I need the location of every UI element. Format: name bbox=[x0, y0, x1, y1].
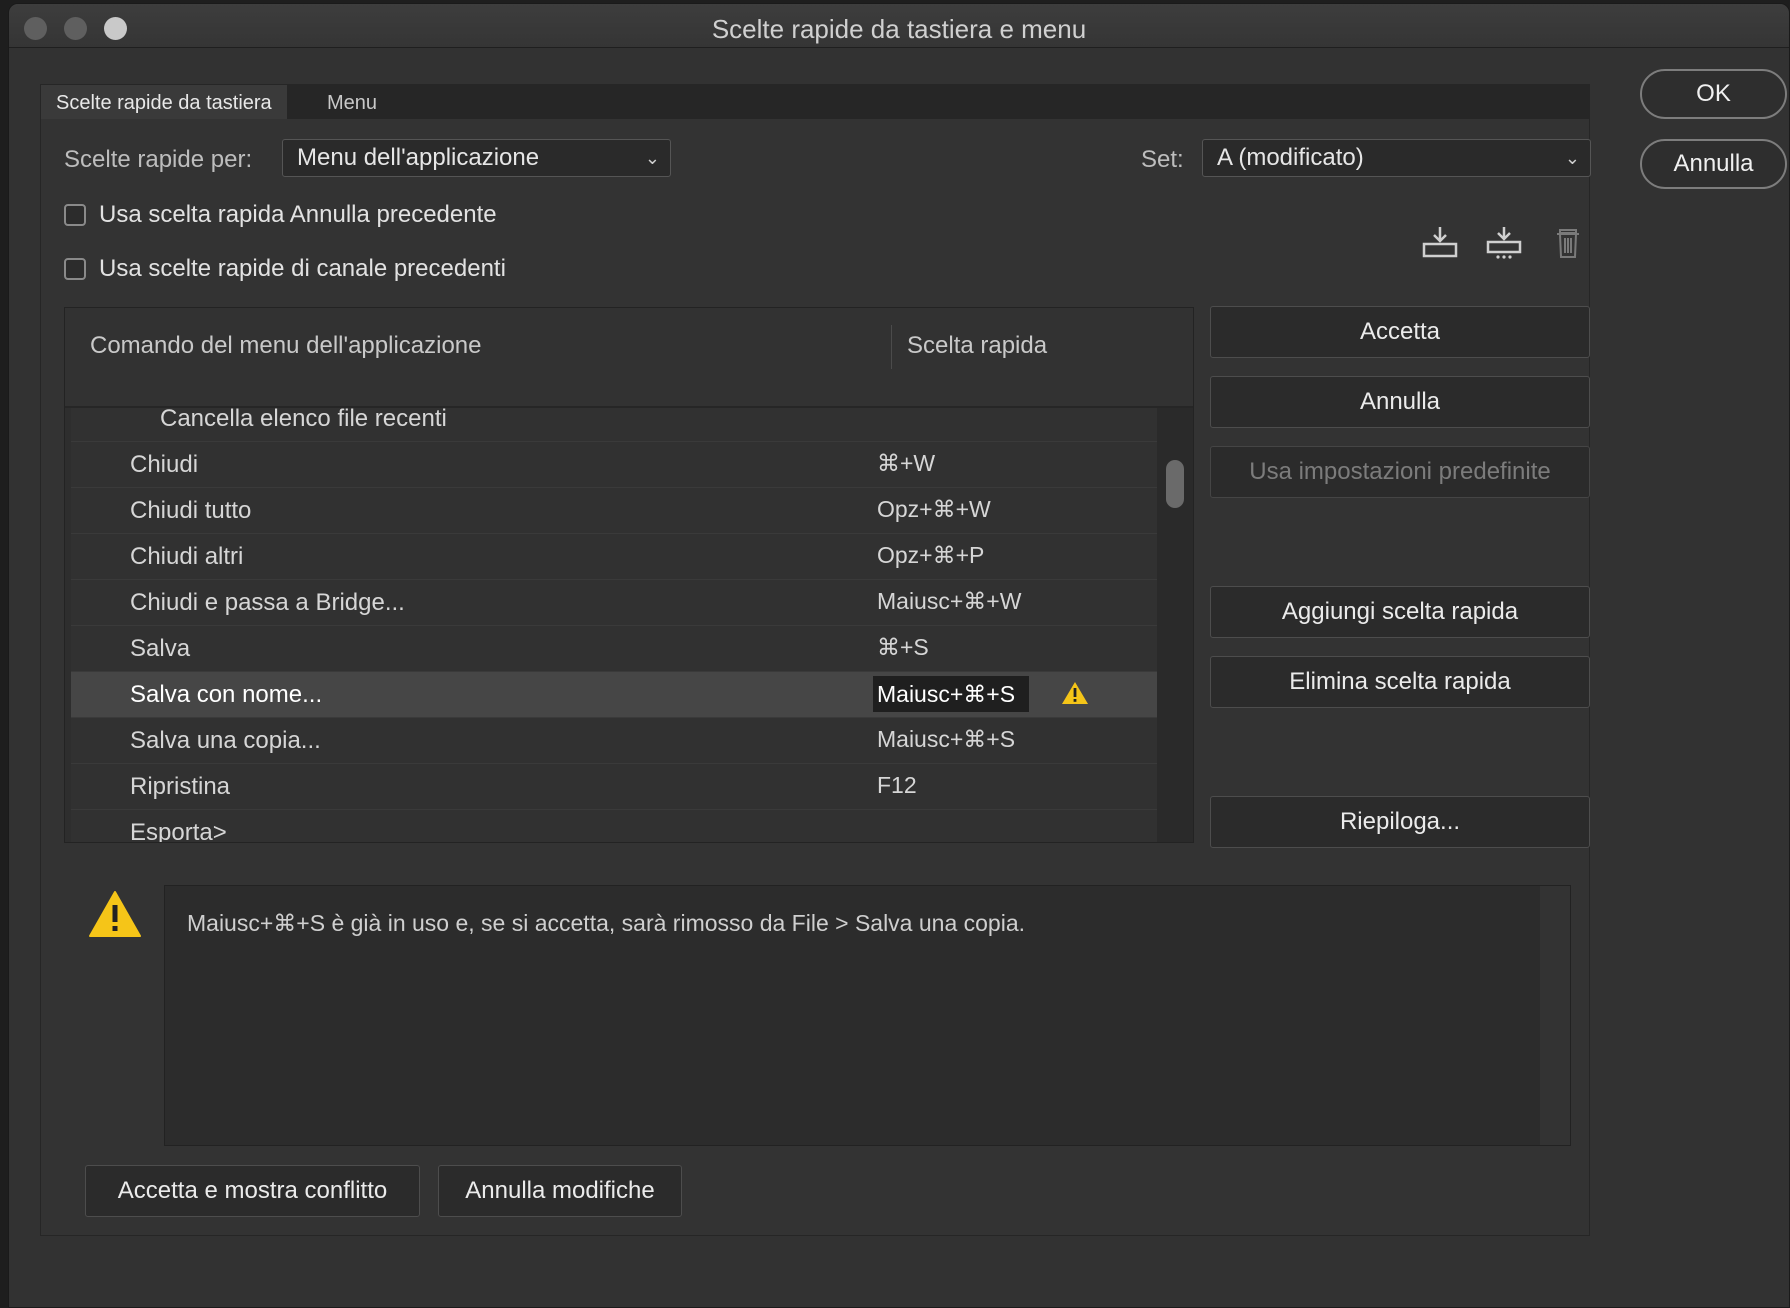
trash-icon[interactable] bbox=[1550, 224, 1586, 260]
title-bar: Scelte rapide da tastiera e menu bbox=[9, 4, 1789, 48]
shortcuts-for-select[interactable]: Menu dell'applicazione ⌄ bbox=[282, 139, 671, 177]
use-defaults-button[interactable]: Usa impostazioni predefinite bbox=[1210, 446, 1590, 498]
table-row[interactable]: Chiudi e passa a Bridge... Maiusc+⌘+W bbox=[71, 580, 1157, 626]
shortcut-table: Comando del menu dell'applicazione Scelt… bbox=[64, 307, 1194, 843]
legacy-undo-label: Usa scelta rapida Annulla precedente bbox=[99, 201, 497, 228]
row-shortcut[interactable]: ⌘+S bbox=[877, 634, 929, 661]
tab-menu[interactable]: Menu bbox=[312, 85, 392, 119]
table-header: Comando del menu dell'applicazione Scelt… bbox=[65, 308, 1193, 408]
set-select[interactable]: A (modificato) ⌄ bbox=[1202, 139, 1591, 177]
column-command[interactable]: Comando del menu dell'applicazione bbox=[90, 332, 482, 360]
table-row[interactable]: Chiudi ⌘+W bbox=[71, 442, 1157, 488]
table-rows: Cancella elenco file recenti Chiudi ⌘+W … bbox=[65, 408, 1157, 842]
row-shortcut[interactable]: Opz+⌘+P bbox=[877, 542, 984, 569]
table-row[interactable]: Esporta> bbox=[71, 810, 1157, 842]
summarize-button[interactable]: Riepiloga... bbox=[1210, 796, 1590, 848]
legacy-channel-checkbox[interactable] bbox=[64, 258, 86, 280]
row-command: Chiudi bbox=[130, 451, 199, 478]
table-row[interactable]: Chiudi altri Opz+⌘+P bbox=[71, 534, 1157, 580]
table-row[interactable]: Salva una copia... Maiusc+⌘+S bbox=[71, 718, 1157, 764]
accept-show-conflict-button[interactable]: Accetta e mostra conflitto bbox=[85, 1165, 420, 1217]
set-label: Set: bbox=[1141, 146, 1184, 173]
row-shortcut[interactable]: F12 bbox=[877, 772, 917, 799]
row-command: Chiudi e passa a Bridge... bbox=[130, 589, 405, 616]
tab-keyboard-shortcuts[interactable]: Scelte rapide da tastiera bbox=[41, 85, 287, 119]
column-shortcut[interactable]: Scelta rapida bbox=[907, 332, 1047, 360]
warning-icon bbox=[1062, 682, 1088, 704]
conflict-warning-icon bbox=[89, 891, 141, 937]
row-shortcut[interactable]: Maiusc+⌘+S bbox=[877, 726, 1015, 753]
dialog-cancel-button[interactable]: Annulla bbox=[1640, 139, 1787, 189]
row-shortcut[interactable]: Opz+⌘+W bbox=[877, 496, 991, 523]
set-value: A (modificato) bbox=[1217, 144, 1364, 171]
save-set-icon[interactable] bbox=[1422, 224, 1458, 260]
row-command: Esporta> bbox=[130, 819, 227, 842]
window-title: Scelte rapide da tastiera e menu bbox=[711, 14, 1087, 44]
legacy-undo-checkbox[interactable] bbox=[64, 204, 86, 226]
column-divider bbox=[891, 325, 892, 369]
legacy-channel-label: Usa scelte rapide di canale precedenti bbox=[99, 255, 506, 282]
row-shortcut[interactable]: ⌘+W bbox=[877, 450, 935, 477]
shortcut-edit-field[interactable]: Maiusc+⌘+S bbox=[873, 676, 1030, 712]
table-row[interactable]: Chiudi tutto Opz+⌘+W bbox=[71, 488, 1157, 534]
conflict-message-box: Maiusc+⌘+S è già in uso e, se si accetta… bbox=[164, 885, 1571, 1146]
table-scrollbar[interactable] bbox=[1157, 408, 1193, 842]
row-command: Salva con nome... bbox=[130, 681, 323, 708]
table-row[interactable]: Ripristina F12 bbox=[71, 764, 1157, 810]
conflict-message: Maiusc+⌘+S è già in uso e, se si accetta… bbox=[187, 910, 1026, 936]
row-command: Ripristina bbox=[130, 773, 231, 800]
add-shortcut-button[interactable]: Aggiungi scelta rapida bbox=[1210, 586, 1590, 638]
row-shortcut[interactable]: Maiusc+⌘+W bbox=[877, 588, 1021, 615]
row-command: Chiudi tutto bbox=[130, 497, 252, 524]
chevron-down-icon: ⌄ bbox=[644, 148, 660, 168]
table-row[interactable]: Cancella elenco file recenti bbox=[71, 408, 1157, 442]
row-command: Salva una copia... bbox=[130, 727, 321, 754]
tab-bar: Scelte rapide da tastiera Menu bbox=[41, 85, 1589, 119]
shortcuts-for-value: Menu dell'applicazione bbox=[297, 144, 540, 171]
message-scrollbar[interactable] bbox=[1540, 886, 1570, 1145]
scrollbar-thumb[interactable] bbox=[1166, 460, 1184, 508]
save-set-as-icon[interactable] bbox=[1486, 224, 1522, 260]
row-command: Cancella elenco file recenti bbox=[160, 408, 447, 432]
row-command: Salva bbox=[130, 635, 191, 662]
accept-button[interactable]: Accetta bbox=[1210, 306, 1590, 358]
undo-changes-button[interactable]: Annulla modifiche bbox=[438, 1165, 682, 1217]
table-row[interactable]: Salva ⌘+S bbox=[71, 626, 1157, 672]
delete-shortcut-button[interactable]: Elimina scelta rapida bbox=[1210, 656, 1590, 708]
shortcuts-for-label: Scelte rapide per: bbox=[64, 146, 253, 173]
row-command: Chiudi altri bbox=[130, 543, 244, 570]
chevron-down-icon: ⌄ bbox=[1564, 148, 1580, 168]
table-row-selected[interactable]: Salva con nome... Maiusc+⌘+S bbox=[71, 672, 1157, 718]
ok-button[interactable]: OK bbox=[1640, 69, 1787, 119]
cancel-shortcut-button[interactable]: Annulla bbox=[1210, 376, 1590, 428]
